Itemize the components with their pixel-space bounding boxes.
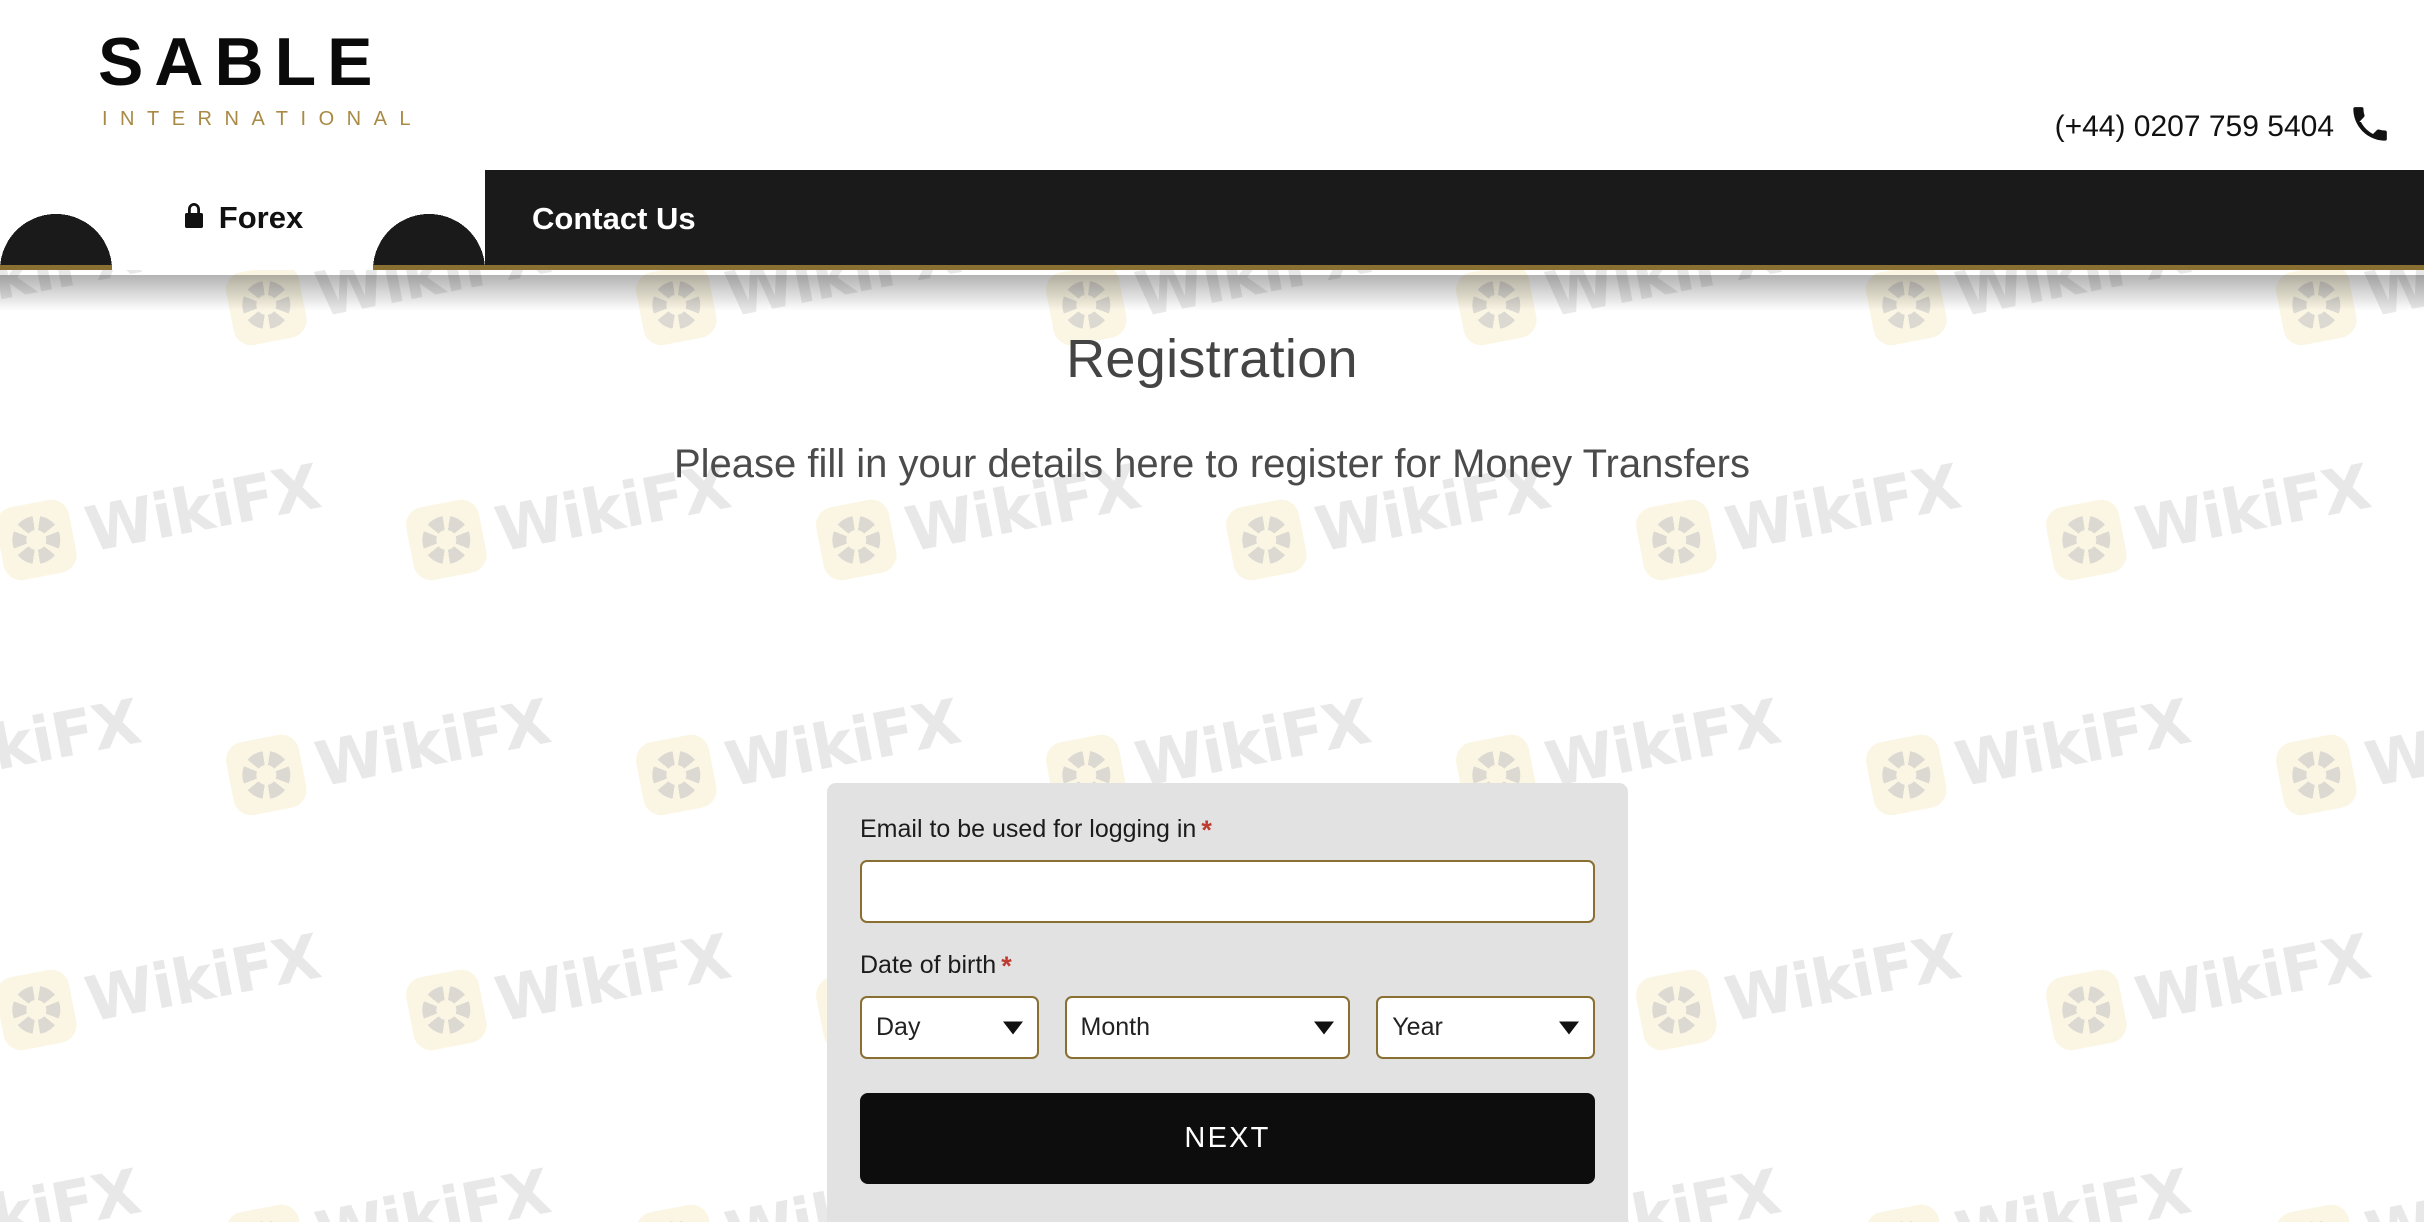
- nav-item-forex-label: Forex: [218, 200, 304, 235]
- dob-label-row: Date of birth *: [860, 953, 1595, 980]
- email-field-label: Email to be used for logging in *: [860, 815, 1212, 845]
- dob-field-label-text: Date of birth: [860, 951, 997, 979]
- main-content: Registration Please fill in your details…: [0, 270, 2424, 1222]
- forex-label-wrap: Forex: [182, 200, 303, 236]
- chevron-down-icon: [1002, 1021, 1023, 1034]
- email-input[interactable]: [860, 860, 1595, 923]
- logo-secondary-text: INTERNATIONAL: [102, 108, 424, 130]
- dob-month-value: Month: [1080, 1013, 1150, 1041]
- page-root: SABLE INTERNATIONAL (+44) 0207 759 5404: [0, 0, 2424, 1222]
- dob-day-value: Day: [876, 1013, 921, 1041]
- email-required-asterisk: *: [1201, 815, 1212, 845]
- nav-inner: Forex Contact Us: [0, 170, 2424, 270]
- dob-field-label: Date of birth *: [860, 951, 1012, 981]
- registration-form-card: Email to be used for logging in * Date of…: [827, 783, 1628, 1222]
- next-button[interactable]: NEXT: [860, 1093, 1595, 1184]
- phone-number-text: (+44) 0207 759 5404: [2054, 109, 2334, 143]
- lock-icon: [182, 201, 206, 235]
- chevron-down-icon: [1559, 1021, 1580, 1034]
- phone-handset-icon: [2350, 104, 2390, 149]
- nav-item-contact-us[interactable]: Contact Us: [532, 170, 696, 270]
- email-field-label-text: Email to be used for logging in: [860, 815, 1197, 843]
- page-subtitle: Please fill in your details here to regi…: [673, 442, 1751, 486]
- phone-contact[interactable]: (+44) 0207 759 5404: [2055, 104, 2390, 149]
- sable-logo[interactable]: SABLE INTERNATIONAL: [98, 28, 423, 131]
- dob-select-group: Day Month Year: [860, 996, 1596, 1059]
- dob-year-value: Year: [1392, 1013, 1443, 1041]
- chevron-down-icon: [1314, 1021, 1335, 1034]
- page-title: Registration: [1066, 329, 1358, 389]
- site-header: SABLE INTERNATIONAL (+44) 0207 759 5404: [0, 0, 2424, 170]
- logo-primary-text: SABLE: [98, 24, 384, 100]
- dob-month-select[interactable]: Month: [1064, 996, 1351, 1059]
- nav-item-forex[interactable]: Forex: [0, 170, 485, 270]
- dob-year-select[interactable]: Year: [1376, 996, 1596, 1059]
- main-navigation: Forex Contact Us: [0, 170, 2424, 270]
- dob-required-asterisk: *: [1001, 951, 1012, 981]
- nav-item-contact-us-label: Contact Us: [532, 201, 696, 236]
- dob-day-select[interactable]: Day: [860, 996, 1039, 1059]
